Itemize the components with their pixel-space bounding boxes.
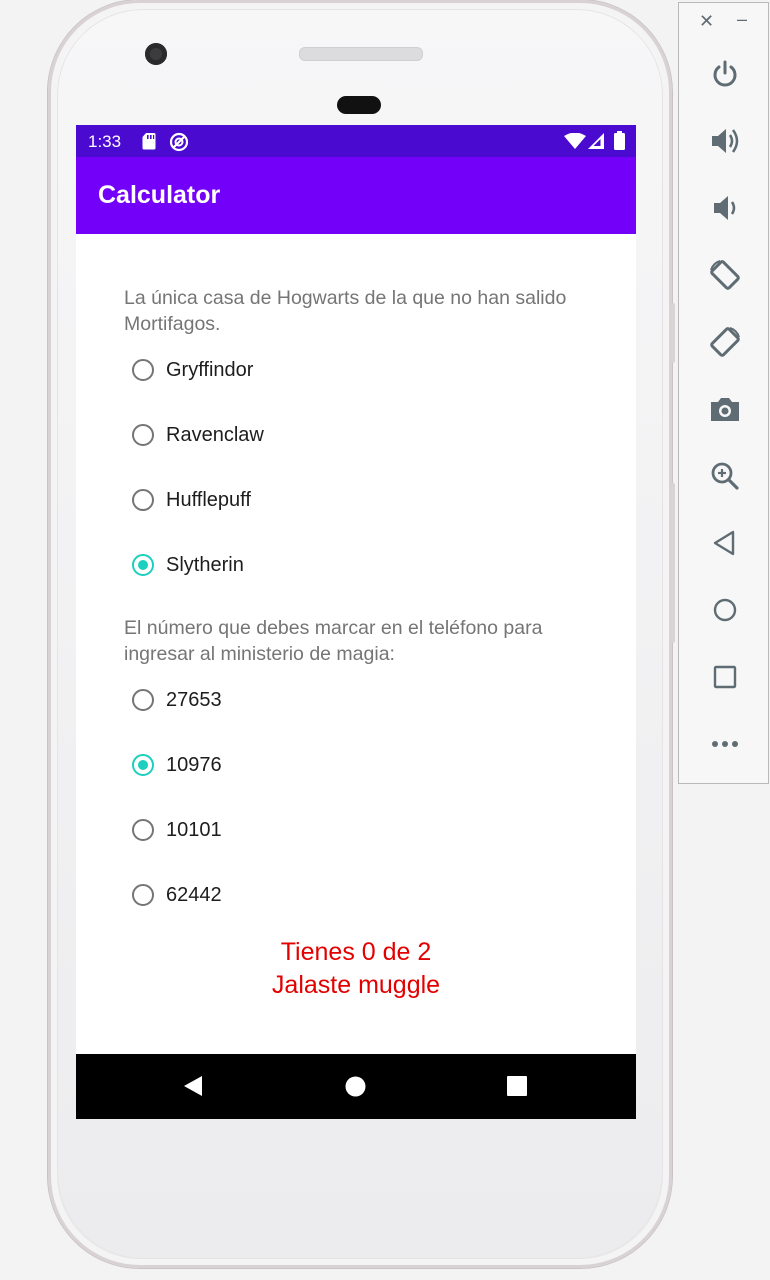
result-message: Jalaste muggle bbox=[271, 971, 441, 999]
radio-label: 10976 bbox=[166, 753, 222, 776]
radio-option-10976[interactable]: 10976 bbox=[132, 745, 222, 785]
close-icon[interactable]: ✕ bbox=[699, 11, 714, 32]
phone-screen: 1:33 Calculator La única casa de Hogwart… bbox=[76, 125, 636, 1119]
app-bar: Calculator bbox=[76, 157, 636, 234]
signal-icon bbox=[588, 133, 604, 149]
camera-icon[interactable] bbox=[705, 389, 745, 429]
zoom-icon[interactable] bbox=[705, 456, 745, 496]
nav-back-icon[interactable] bbox=[182, 1075, 204, 1097]
radio-option-hufflepuff[interactable]: Hufflepuff bbox=[132, 480, 251, 520]
radio-label: Slytherin bbox=[166, 553, 244, 576]
back-icon[interactable] bbox=[705, 523, 745, 563]
question-2-text: El número que debes marcar en el teléfon… bbox=[124, 617, 543, 665]
radio-option-27653[interactable]: 27653 bbox=[132, 680, 222, 720]
overview-icon[interactable] bbox=[705, 657, 745, 697]
question-1-text: La única casa de Hogwarts de la que no h… bbox=[124, 287, 567, 335]
radio-label: Ravenclaw bbox=[166, 423, 264, 446]
radio-label: 10101 bbox=[166, 818, 222, 841]
radio-label: Gryffindor bbox=[166, 358, 254, 381]
radio-button[interactable] bbox=[132, 359, 154, 381]
radio-option-10101[interactable]: 10101 bbox=[132, 810, 222, 850]
app-title: Calculator bbox=[98, 181, 221, 209]
battery-icon bbox=[614, 131, 625, 150]
radio-label: 62442 bbox=[166, 883, 222, 906]
rotate-right-icon[interactable] bbox=[705, 322, 745, 362]
volume-up-icon[interactable] bbox=[705, 121, 745, 161]
phone-side-button bbox=[671, 303, 675, 363]
rotate-left-icon[interactable] bbox=[705, 255, 745, 295]
radio-option-62442[interactable]: 62442 bbox=[132, 875, 222, 915]
radio-button[interactable] bbox=[132, 884, 154, 906]
nav-overview-icon[interactable] bbox=[507, 1076, 527, 1096]
radio-label: 27653 bbox=[166, 688, 222, 711]
radio-button[interactable] bbox=[132, 489, 154, 511]
sync-icon bbox=[169, 132, 189, 152]
radio-button[interactable] bbox=[132, 819, 154, 841]
home-icon[interactable] bbox=[705, 590, 745, 630]
front-camera bbox=[145, 43, 167, 65]
power-icon[interactable] bbox=[705, 54, 745, 94]
phone-volume-button bbox=[671, 483, 675, 643]
result-score: Tienes 0 de 2 bbox=[280, 938, 432, 966]
more-icon[interactable] bbox=[705, 724, 745, 764]
emulator-control-panel: ✕ – bbox=[678, 2, 769, 784]
proximity-sensor bbox=[337, 96, 381, 114]
radio-option-slytherin[interactable]: Slytherin bbox=[132, 545, 244, 585]
nav-home-icon[interactable] bbox=[345, 1076, 366, 1097]
radio-button[interactable] bbox=[132, 689, 154, 711]
volume-down-icon[interactable] bbox=[705, 188, 745, 228]
status-time: 1:33 bbox=[88, 132, 122, 151]
navigation-bar bbox=[76, 1054, 636, 1119]
radio-button-checked[interactable] bbox=[132, 554, 154, 576]
radio-button-checked[interactable] bbox=[132, 754, 154, 776]
sd-card-icon bbox=[142, 133, 156, 150]
minimize-icon[interactable]: – bbox=[737, 9, 747, 30]
radio-option-ravenclaw[interactable]: Ravenclaw bbox=[132, 415, 264, 455]
earpiece-speaker bbox=[299, 47, 423, 61]
status-bar: 1:33 bbox=[76, 125, 636, 157]
radio-label: Hufflepuff bbox=[166, 488, 251, 511]
radio-option-gryffindor[interactable]: Gryffindor bbox=[132, 350, 253, 390]
wifi-icon bbox=[564, 133, 586, 149]
radio-button[interactable] bbox=[132, 424, 154, 446]
